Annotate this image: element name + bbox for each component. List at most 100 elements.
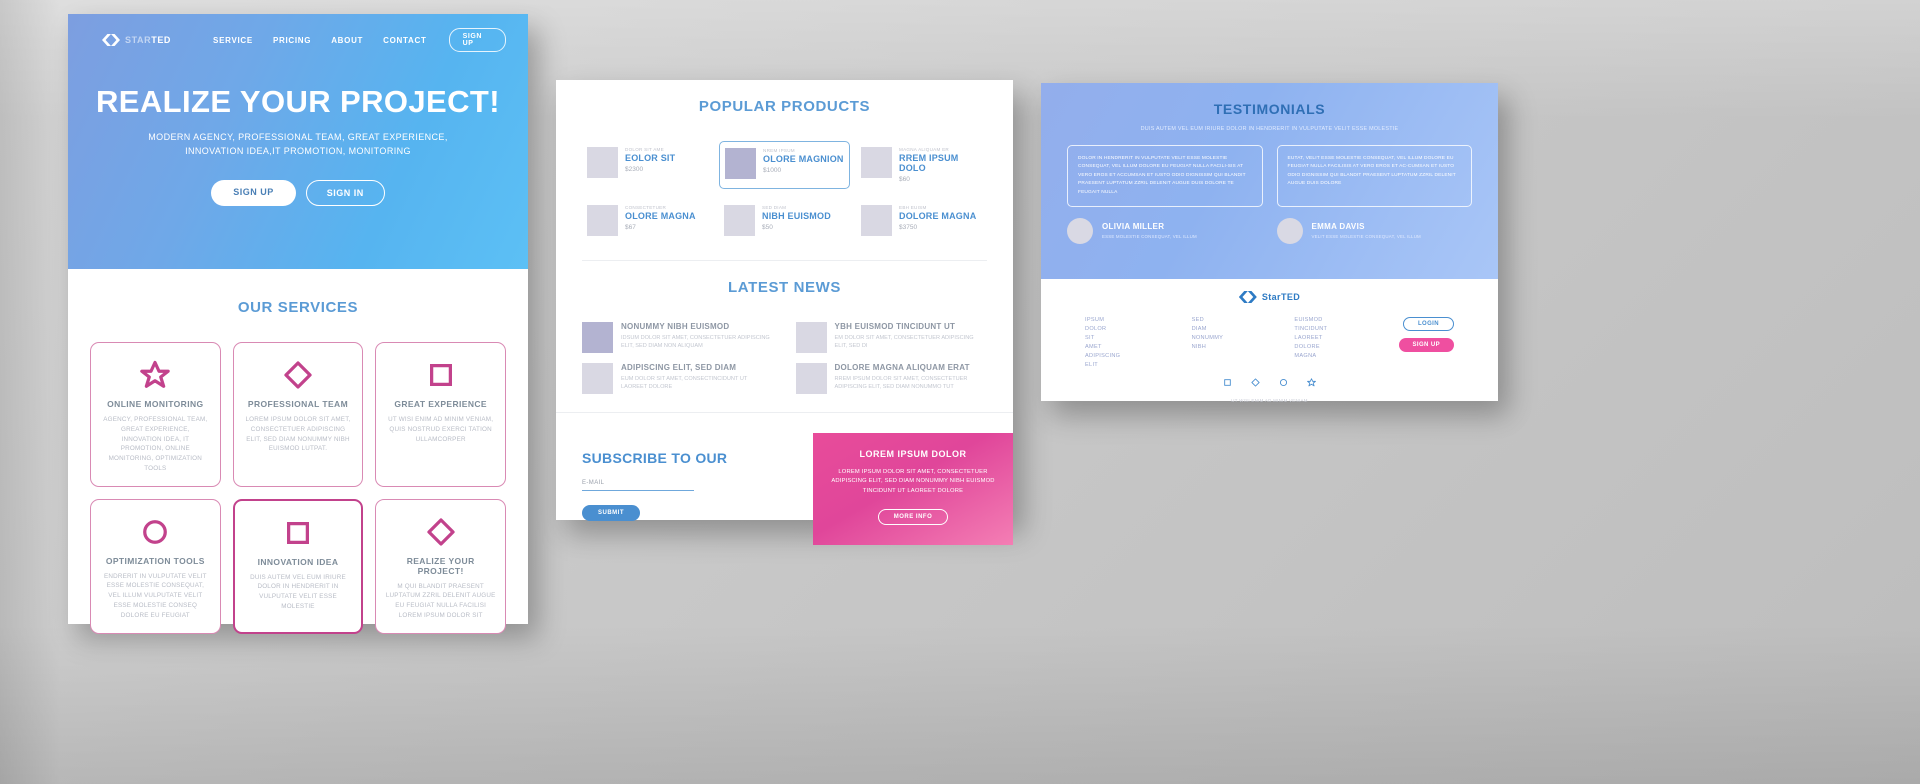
product-item-5[interactable]: SED DIAM NIBH EUISMOD $50: [719, 199, 850, 242]
product-item-1[interactable]: DOLOR SIT AME EOLOR SIT $2300: [582, 141, 713, 189]
avatar: [1276, 217, 1303, 244]
product-price: $67: [625, 224, 636, 231]
login-button[interactable]: LOGIN: [1402, 317, 1454, 331]
author-role: ESSE MOLESTIE CONSEQUAT, VEL ILLUM: [1102, 234, 1197, 240]
service-card-2[interactable]: PROFESSIONAL TEAM LOREM IPSUM DOLOR SIT A…: [232, 342, 364, 487]
hero-title: REALIZE YOUR PROJECT!: [96, 84, 500, 119]
footer-link[interactable]: DIAM: [1192, 326, 1224, 332]
footer-link[interactable]: DOLOR: [1085, 326, 1120, 332]
product-category: EBH EUISM: [899, 205, 927, 210]
diamond-icon: [385, 514, 496, 550]
subscribe-title: SUBSCRIBE TO OUR: [582, 450, 728, 466]
news-item-1[interactable]: NONUMMY NIBH EUISMOD IDSUM DOLOR SIT AMET…: [582, 322, 774, 353]
footer-link[interactable]: ADIPISCING: [1085, 353, 1120, 359]
hero-signup-button[interactable]: SIGN UP: [211, 180, 296, 206]
product-name: EOLOR SIT: [625, 153, 676, 163]
hero-section: STARTED SERVICE PRICING ABOUT CONTACT SI…: [68, 14, 528, 269]
footer-column: SED DIAM NONUMMY NIBH: [1192, 317, 1224, 368]
news-item-2[interactable]: YBH EUISMOD TINCIDUNT UT EM DOLOR SIT AME…: [795, 322, 988, 353]
footer-logo[interactable]: StarTED: [1067, 291, 1472, 303]
footer-link[interactable]: LAOREET: [1294, 335, 1327, 341]
diamond-icon[interactable]: [1251, 374, 1260, 392]
service-card-description: AGENCY, PROFESSIONAL TEAM, GREAT EXPERIE…: [103, 416, 208, 472]
service-card-5[interactable]: INNOVATION IDEA DUIS AUTEM VEL EUM IRIURE…: [232, 498, 364, 634]
signup-button[interactable]: SIGN UP: [1398, 338, 1454, 352]
nav-item-about[interactable]: ABOUT: [331, 36, 363, 45]
nav-signup-button[interactable]: SIGN UP: [448, 28, 506, 52]
service-card-description: M QUI BLANDIT PRAESENT LUPTATUM ZZRIL DE…: [385, 582, 496, 619]
promo-title: LOREM IPSUM DOLOR: [859, 449, 967, 459]
footer-link[interactable]: ELIT: [1085, 362, 1120, 368]
nav-item-contact[interactable]: CONTACT: [383, 36, 426, 45]
nav-item-pricing[interactable]: PRICING: [273, 36, 311, 45]
products-grid: DOLOR SIT AME EOLOR SIT $2300 NREM IPSUM OLO…: [582, 141, 987, 242]
landing-page-panel: STARTED SERVICE PRICING ABOUT CONTACT SI…: [68, 14, 528, 634]
footer-section: StarTED IPSUM DOLOR SIT AMET ADIPISCING ELIT …: [1041, 279, 1498, 417]
footer-link[interactable]: AMET: [1085, 344, 1120, 350]
quote-text: EUTAT, VELIT ESSE MOLESTIE CONSEQUAT, VE…: [1287, 156, 1456, 187]
product-name: OLORE MAGNA: [625, 211, 696, 221]
news-title-text: ADIPISCING ELIT, SED DIAM: [621, 363, 737, 372]
footer-column: EUISMOD TINCIDUNT LAOREET DOLORE MAGNA: [1294, 317, 1327, 368]
footer-link[interactable]: MAGNA: [1294, 353, 1327, 359]
testimonials-section: TESTIMONIALS DUIS AUTEM VEL EUM IRIURE D…: [1041, 83, 1498, 279]
service-card-4[interactable]: OPTIMIZATION TOOLS ENDRERIT IN VULPUTATE …: [90, 498, 221, 634]
service-card-1[interactable]: ONLINE MONITORING AGENCY, PROFESSIONAL TE…: [90, 342, 221, 487]
hero-subtitle-line2: INNOVATION IDEA,IT PROMOTION, MONITORING: [185, 145, 411, 156]
product-price: $1000: [763, 167, 782, 174]
services-title: OUR SERVICES: [237, 299, 359, 316]
hero-signin-button[interactable]: SIGN IN: [305, 180, 385, 206]
products-title: POPULAR PRODUCTS: [698, 98, 871, 115]
footer-link[interactable]: SED: [1192, 317, 1224, 323]
product-item-6[interactable]: EBH EUISM DOLORE MAGNA $3750: [856, 199, 987, 242]
product-thumbnail: [587, 147, 618, 178]
product-item-4[interactable]: CONSECTETUER OLORE MAGNA $67: [582, 199, 713, 242]
service-card-title: OPTIMIZATION TOOLS: [105, 555, 205, 566]
email-field[interactable]: E-MAIL: [582, 480, 694, 492]
quote-card: EUTAT, VELIT ESSE MOLESTIE CONSEQUAT, VE…: [1276, 145, 1472, 207]
logo-mark-icon: [102, 34, 120, 46]
authors-row: OLIVIA MILLER ESSE MOLESTIE CONSEQUAT, V…: [1067, 217, 1472, 244]
logo-text-bold: TED: [151, 35, 172, 45]
submit-button[interactable]: SUBMIT: [582, 505, 640, 522]
footer-link[interactable]: SIT: [1085, 335, 1120, 341]
news-item-4[interactable]: DOLORE MAGNA ALIQUAM ERAT RREM IPSUM DOLO…: [795, 363, 988, 394]
news-item-3[interactable]: ADIPISCING ELIT, SED DIAM EUM DOLOR SIT A…: [582, 363, 774, 394]
product-thumbnail: [587, 205, 618, 236]
footer-link[interactable]: NONUMMY: [1192, 335, 1224, 341]
footer-link[interactable]: NIBH: [1192, 344, 1224, 350]
footer-link[interactable]: EUISMOD: [1294, 317, 1327, 323]
news-thumbnail: [582, 363, 613, 394]
news-thumbnail: [795, 363, 827, 394]
service-card-title: INNOVATION IDEA: [257, 556, 339, 567]
logo-mark-icon: [1239, 291, 1257, 303]
hero-buttons: SIGN UP SIGN IN: [92, 180, 504, 206]
product-thumbnail: [861, 205, 892, 236]
product-item-3[interactable]: MAGNA ALIQUAM ER RREM IPSUM DOLO $60: [856, 141, 987, 189]
hero-subtitle: MODERN AGENCY, PROFESSIONAL TEAM, GREAT …: [92, 131, 504, 158]
product-name: OLORE MAGNION: [763, 154, 844, 164]
footer-note: UT WISI ENIM AD MINIM VENIAM: [1231, 398, 1308, 403]
navbar: STARTED SERVICE PRICING ABOUT CONTACT SI…: [68, 14, 528, 52]
nav-item-service[interactable]: SERVICE: [213, 36, 253, 45]
service-card-3[interactable]: GREAT EXPERIENCE UT WISI ENIM AD MINIM VE…: [375, 342, 506, 487]
product-name: NIBH EUISMOD: [762, 211, 831, 221]
footer-link[interactable]: IPSUM: [1085, 317, 1120, 323]
square-icon[interactable]: [1223, 374, 1232, 392]
hero-body: REALIZE YOUR PROJECT! MODERN AGENCY, PRO…: [68, 86, 528, 206]
service-card-title: PROFESSIONAL TEAM: [247, 399, 349, 409]
circle-icon: [100, 514, 211, 550]
footer-link[interactable]: TINCIDUNT: [1294, 326, 1327, 332]
service-card-6[interactable]: REALIZE YOUR PROJECT! M QUI BLANDIT PRAES…: [375, 498, 506, 634]
news-thumbnail: [582, 322, 613, 353]
product-item-2[interactable]: NREM IPSUM OLORE MAGNION $1000: [719, 141, 850, 189]
author-role: VELIT ESSE MOLESTIE CONSEQUAT, VEL ILLUM: [1311, 234, 1421, 240]
star-icon[interactable]: [1307, 374, 1316, 392]
logo[interactable]: STARTED: [102, 34, 171, 46]
footer-link[interactable]: DOLORE: [1294, 344, 1327, 350]
subscribe-block: SUBSCRIBE TO OUR E-MAIL SUBMIT: [556, 433, 813, 545]
square-icon: [244, 515, 353, 551]
more-info-button[interactable]: MORE INFO: [877, 508, 949, 525]
avatar: [1067, 217, 1093, 244]
circle-icon[interactable]: [1279, 374, 1288, 392]
